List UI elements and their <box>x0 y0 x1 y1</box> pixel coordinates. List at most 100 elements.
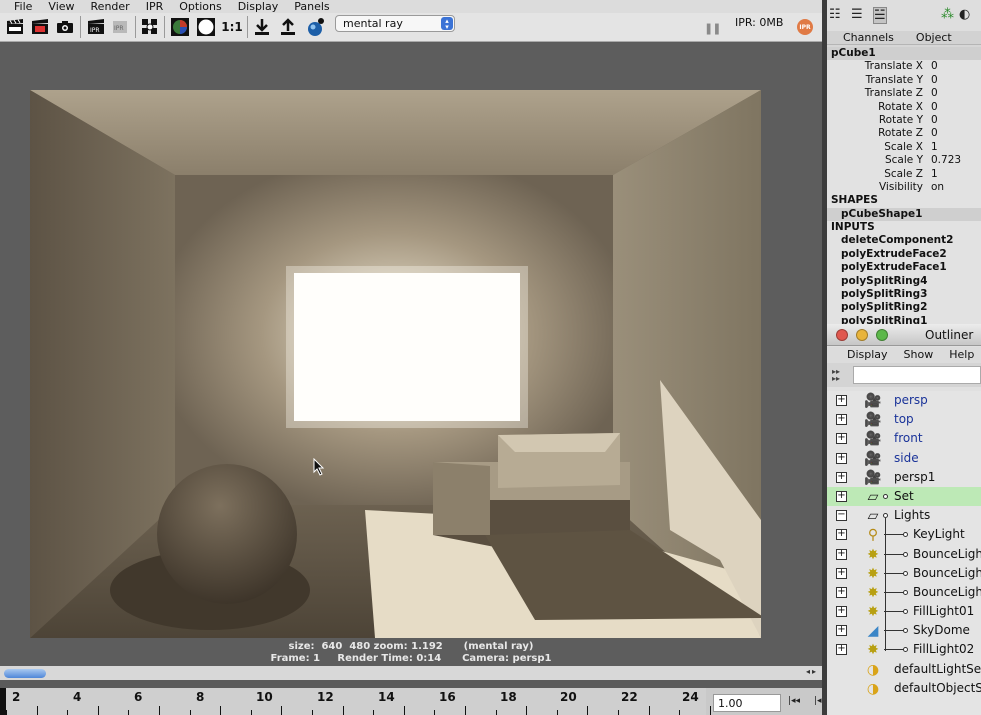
expand-icon[interactable]: + <box>836 490 847 502</box>
channel-box-object-name[interactable]: pCube1 <box>827 47 981 61</box>
expand-icon[interactable]: + <box>836 644 847 656</box>
outliner-menu-show[interactable]: Show <box>904 347 934 363</box>
color-channels-button[interactable] <box>170 17 190 37</box>
current-time-field[interactable]: 1.00 <box>713 694 781 712</box>
outliner-item[interactable]: + ▱ Set <box>827 486 981 507</box>
outliner-titlebar[interactable]: Outliner <box>827 324 981 346</box>
keep-image-button[interactable] <box>252 17 272 37</box>
outliner-list[interactable]: + 🎥 persp + 🎥 top + 🎥 front + 🎥 side + 🎥 persp1 + ▱ Set − ▱… <box>827 391 981 715</box>
outliner-item[interactable]: + 🎥 front <box>827 429 981 448</box>
channel-attribute-row[interactable]: Translate X0 <box>827 60 981 73</box>
outliner-item[interactable]: + 🎥 persp1 <box>827 468 981 487</box>
expand-icon[interactable]: + <box>836 625 847 637</box>
outliner-item[interactable]: + 🎥 top <box>827 410 981 429</box>
shape-node-name[interactable]: pCubeShape1 <box>827 207 981 222</box>
time-ruler[interactable]: 2 4 6 8 10 12 14 16 18 20 22 24 <box>0 688 711 715</box>
ipr-render-button[interactable]: IPR <box>86 17 106 37</box>
alpha-channel-button[interactable] <box>196 17 216 37</box>
channel-attribute-value[interactable]: on <box>923 181 944 194</box>
channel-attribute-row[interactable]: Translate Z0 <box>827 87 981 100</box>
shading-sphere-icon[interactable]: ◐ <box>959 7 970 22</box>
outliner-item[interactable]: + ✸ FillLight02 <box>827 640 981 659</box>
menu-panels[interactable]: Panels <box>294 0 329 13</box>
menu-view[interactable]: View <box>48 0 74 13</box>
channel-attribute-row[interactable]: Scale X1 <box>827 141 981 154</box>
expand-icon[interactable]: + <box>836 433 847 445</box>
outliner-item[interactable]: ◑ defaultObjectSet <box>827 679 981 698</box>
outliner-item[interactable]: + ✸ BounceLight <box>827 583 981 602</box>
rgb-channels-button[interactable] <box>140 17 160 37</box>
menu-render[interactable]: Render <box>91 0 130 13</box>
menu-options[interactable]: Options <box>179 0 221 13</box>
outliner-item[interactable]: − ▱ Lights <box>827 506 981 525</box>
outliner-item[interactable]: + ◢ SkyDome <box>827 621 981 640</box>
expand-icon[interactable]: + <box>836 395 847 406</box>
render-region-button[interactable] <box>30 17 50 37</box>
input-node-item[interactable]: polyExtrudeFace1 <box>827 261 981 274</box>
channel-attribute-row[interactable]: Scale Y 0.723 <box>827 154 981 167</box>
manipulator-icon[interactable]: ⁂ <box>941 7 954 22</box>
channel-box-icon[interactable]: ☷ <box>829 7 841 22</box>
expand-icon[interactable]: + <box>836 548 847 560</box>
channel-attribute-value[interactable]: 0 <box>923 101 938 114</box>
input-node-item[interactable]: polySplitRing2 <box>827 301 981 314</box>
outliner-menu-display[interactable]: Display <box>847 347 888 363</box>
channel-attribute-row[interactable]: Rotate Z0 <box>827 127 981 140</box>
expand-icon[interactable]: + <box>836 586 847 598</box>
channel-layer-icon[interactable]: ☱ <box>873 7 887 24</box>
menu-display[interactable]: Display <box>238 0 279 13</box>
tab-channels[interactable]: Channels <box>843 31 894 44</box>
expand-icon[interactable]: + <box>836 471 847 483</box>
expand-icon[interactable]: + <box>836 452 847 464</box>
channel-attribute-row[interactable]: Rotate Y0 <box>827 114 981 127</box>
outliner-filter-field[interactable] <box>853 366 981 384</box>
expand-icon[interactable]: + <box>836 529 847 541</box>
scroll-arrows-icon[interactable]: ◂▸ <box>806 667 818 676</box>
channel-attribute-value[interactable]: 0 <box>923 74 938 87</box>
channel-attribute-value[interactable]: 0 <box>923 87 938 100</box>
outliner-menu-help[interactable]: Help <box>949 347 974 363</box>
pause-icon[interactable]: ❚❚ <box>704 22 721 35</box>
input-node-item[interactable]: polyExtrudeFace2 <box>827 248 981 261</box>
outliner-item[interactable]: + ✸ BounceLight <box>827 545 981 564</box>
render-image-area[interactable]: size: 640 480 zoom: 1.192 (mental ray) F… <box>0 43 822 666</box>
channel-attribute-row[interactable]: Scale Z1 <box>827 168 981 181</box>
step-back-icon[interactable]: |◂ <box>814 696 822 706</box>
go-to-start-icon[interactable]: |◂◂ <box>788 696 800 706</box>
scrollbar-thumb[interactable] <box>4 669 46 678</box>
channel-attribute-row[interactable]: Visibility on <box>827 181 981 194</box>
collapse-icon[interactable]: − <box>836 510 847 522</box>
input-node-item[interactable]: deleteComponent2 <box>827 234 981 247</box>
channel-attribute-row[interactable]: Translate Y0 <box>827 74 981 87</box>
close-icon[interactable] <box>836 329 848 341</box>
expand-icon[interactable]: + <box>836 414 847 426</box>
filter-arrows-icon[interactable]: ▸▸ ▸▸ <box>832 368 840 383</box>
outliner-item[interactable]: + 🎥 side <box>827 449 981 468</box>
snapshot-button[interactable] <box>55 17 75 37</box>
real-size-button[interactable]: 1:1 <box>221 17 243 37</box>
channel-attribute-value[interactable]: 0 <box>923 60 938 73</box>
channel-attribute-value[interactable]: 0.723 <box>923 154 961 167</box>
channel-attribute-value[interactable]: 0 <box>923 127 938 140</box>
outliner-item[interactable]: + ⚲ KeyLight <box>827 525 981 544</box>
input-node-item[interactable]: polySplitRing3 <box>827 288 981 301</box>
remove-image-button[interactable] <box>278 17 298 37</box>
channel-attribute-value[interactable]: 1 <box>923 141 938 154</box>
layer-editor-icon[interactable]: ☰ <box>851 7 863 22</box>
outliner-item[interactable]: + ✸ BounceLight <box>827 564 981 583</box>
time-slider[interactable]: 2 4 6 8 10 12 14 16 18 20 22 24 1.00 |◂◂… <box>0 688 822 715</box>
menu-ipr[interactable]: IPR <box>146 0 164 13</box>
refresh-ipr-button[interactable]: IPR <box>110 17 130 37</box>
outliner-item[interactable]: + 🎥 persp <box>827 391 981 410</box>
minimize-icon[interactable] <box>856 329 868 341</box>
channel-attribute-row[interactable]: Rotate X0 <box>827 101 981 114</box>
redo-render-button[interactable] <box>5 17 25 37</box>
zoom-icon[interactable] <box>876 329 888 341</box>
outliner-item[interactable]: ◑ defaultLightSet <box>827 660 981 679</box>
channel-attribute-value[interactable]: 1 <box>923 168 938 181</box>
expand-icon[interactable]: + <box>836 606 847 618</box>
expand-icon[interactable]: + <box>836 567 847 579</box>
menu-file[interactable]: File <box>14 0 32 13</box>
outliner-item[interactable]: + ✸ FillLight01 <box>827 602 981 621</box>
render-settings-button[interactable] <box>306 17 326 37</box>
